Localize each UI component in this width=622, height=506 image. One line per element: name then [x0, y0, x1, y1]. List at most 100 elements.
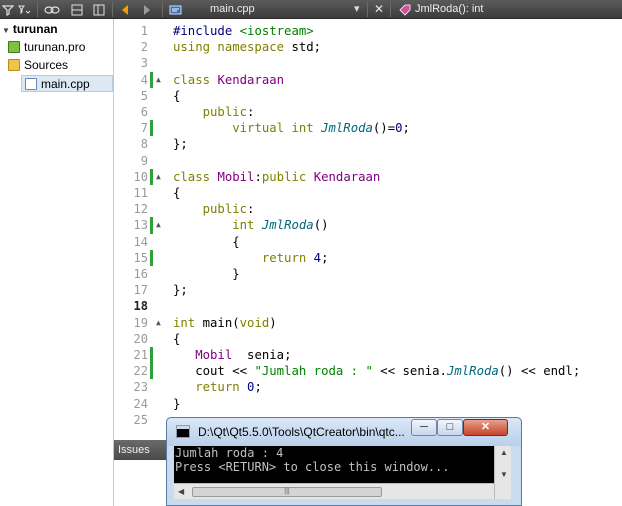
change-marker [150, 249, 153, 266]
back-arrow-icon[interactable] [118, 1, 132, 18]
file-tab-label: main.cpp [210, 3, 255, 15]
expand-arrow-icon[interactable]: ▼ [2, 26, 10, 35]
forward-arrow-icon[interactable] [140, 1, 154, 18]
line-number[interactable]: 1 [114, 23, 148, 39]
fold-marker-icon[interactable]: ▲ [156, 72, 164, 88]
close-file-icon[interactable]: ✕ [372, 1, 386, 18]
change-marker [150, 120, 153, 137]
line-number[interactable]: 19 [114, 315, 148, 331]
toolbar: main.cpp ▾ ✕ JmlRoda(): int [0, 0, 622, 19]
line-number[interactable]: 14 [114, 234, 148, 250]
scroll-thumb[interactable]: ||| [192, 487, 382, 497]
file-tab[interactable]: main.cpp ▾ [189, 0, 367, 19]
tree-project-label: turunan [12, 22, 58, 36]
console-line: Press <RETURN> to close this window... [175, 460, 450, 474]
code-line[interactable]: Mobil senia; [173, 347, 291, 363]
code-line[interactable]: #include <iostream> [173, 23, 314, 39]
code-line[interactable]: class Mobil:public Kendaraan [173, 169, 380, 185]
maximize-button[interactable]: □ [437, 419, 463, 436]
scroll-down-icon[interactable]: ▼ [500, 470, 508, 479]
symbol-tab[interactable]: JmlRoda(): int [395, 0, 622, 19]
code-line[interactable]: { [173, 234, 239, 250]
split-icon[interactable] [70, 1, 84, 18]
tree-options-icon[interactable] [18, 1, 32, 18]
line-number[interactable]: 13 [114, 217, 148, 233]
line-number[interactable]: 18 [114, 298, 148, 314]
code-line[interactable]: { [173, 88, 180, 104]
tree-pro-file-label: turunan.pro [24, 40, 86, 54]
line-number[interactable]: 7 [114, 120, 148, 136]
line-number[interactable]: 16 [114, 266, 148, 282]
code-line[interactable]: } [173, 396, 180, 412]
issues-pane [114, 460, 174, 506]
cpp-file-icon [25, 78, 37, 90]
fold-marker-icon[interactable]: ▲ [156, 217, 164, 233]
line-number[interactable]: 6 [114, 104, 148, 120]
line-number[interactable]: 24 [114, 396, 148, 412]
scroll-up-icon[interactable]: ▲ [500, 448, 508, 457]
code-line[interactable]: return 4; [173, 250, 329, 266]
expand-icon[interactable] [92, 1, 106, 18]
fold-marker-icon[interactable]: ▲ [156, 315, 164, 331]
line-number[interactable]: 17 [114, 282, 148, 298]
code-line[interactable]: using namespace std; [173, 39, 321, 55]
link-icon[interactable] [44, 1, 60, 18]
tree-project-node[interactable]: ▼ turunan [2, 21, 58, 38]
code-line[interactable]: { [173, 185, 180, 201]
line-number[interactable]: 10 [114, 169, 148, 185]
code-editor[interactable]: 1 #include <iostream> 2 using namespace std… [114, 19, 622, 440]
change-marker [150, 347, 153, 364]
change-marker [150, 168, 153, 185]
code-line[interactable]: public: [173, 201, 255, 217]
code-line[interactable]: }; [173, 282, 188, 298]
line-number[interactable]: 5 [114, 88, 148, 104]
code-line[interactable]: return 0; [173, 379, 262, 395]
console-title-bar[interactable]: D:\Qt\Qt5.5.0\Tools\QtCreator\bin\qtc...… [167, 418, 521, 446]
line-number[interactable]: 12 [114, 201, 148, 217]
code-line[interactable]: } [173, 266, 239, 282]
chevron-down-icon[interactable]: ▾ [354, 0, 360, 19]
code-line[interactable]: { [173, 331, 180, 347]
bookmark-icon[interactable] [168, 1, 184, 18]
line-number[interactable]: 11 [114, 185, 148, 201]
line-number[interactable]: 21 [114, 347, 148, 363]
vertical-scrollbar[interactable]: ▲ ▼ [494, 446, 511, 499]
line-number[interactable]: 23 [114, 379, 148, 395]
change-marker [150, 217, 153, 234]
project-tree: ▼ turunan turunan.pro Sources main.cpp [0, 19, 114, 506]
minimize-button[interactable]: ─ [411, 419, 437, 436]
console-window[interactable]: D:\Qt\Qt5.5.0\Tools\QtCreator\bin\qtc...… [166, 417, 522, 506]
line-number[interactable]: 25 [114, 412, 148, 428]
code-line[interactable]: cout << "Jumlah roda : " << senia.JmlRod… [173, 363, 580, 379]
line-number[interactable]: 20 [114, 331, 148, 347]
fold-marker-icon[interactable]: ▲ [156, 169, 164, 185]
console-output[interactable]: Jumlah roda : 4 Press <RETURN> to close … [174, 446, 494, 483]
close-button[interactable]: ✕ [463, 419, 508, 436]
code-line[interactable]: int JmlRoda() [173, 217, 328, 233]
line-number[interactable]: 8 [114, 136, 148, 152]
tree-pro-file[interactable]: turunan.pro [8, 39, 85, 56]
scroll-left-icon[interactable]: ◀ [178, 487, 184, 496]
code-line[interactable]: public: [173, 104, 255, 120]
filter-icon[interactable] [1, 1, 15, 18]
line-number[interactable]: 3 [114, 55, 148, 71]
change-marker [150, 363, 153, 380]
horizontal-scrollbar[interactable]: ◀ ||| [174, 483, 494, 499]
line-number[interactable]: 2 [114, 39, 148, 55]
tree-sources-folder[interactable]: Sources [8, 57, 68, 74]
tree-sources-label: Sources [24, 58, 69, 72]
issues-pane-tab[interactable]: Issues [114, 440, 174, 460]
code-line[interactable]: virtual int JmlRoda()=0; [173, 120, 410, 136]
line-number[interactable]: 4 [114, 72, 148, 88]
line-number[interactable]: 9 [114, 153, 148, 169]
line-number[interactable]: 15 [114, 250, 148, 266]
console-line: Jumlah roda : 4 [175, 446, 284, 460]
code-line[interactable]: int main(void) [173, 315, 277, 331]
tree-source-file[interactable]: main.cpp [21, 75, 113, 92]
code-line[interactable]: }; [173, 136, 188, 152]
line-number[interactable]: 22 [114, 363, 148, 379]
code-line[interactable]: class Kendaraan [173, 72, 284, 88]
console-title: D:\Qt\Qt5.5.0\Tools\QtCreator\bin\qtc... [198, 425, 405, 439]
tree-source-file-label: main.cpp [41, 77, 90, 91]
symbol-tab-label: JmlRoda(): int [415, 3, 484, 15]
